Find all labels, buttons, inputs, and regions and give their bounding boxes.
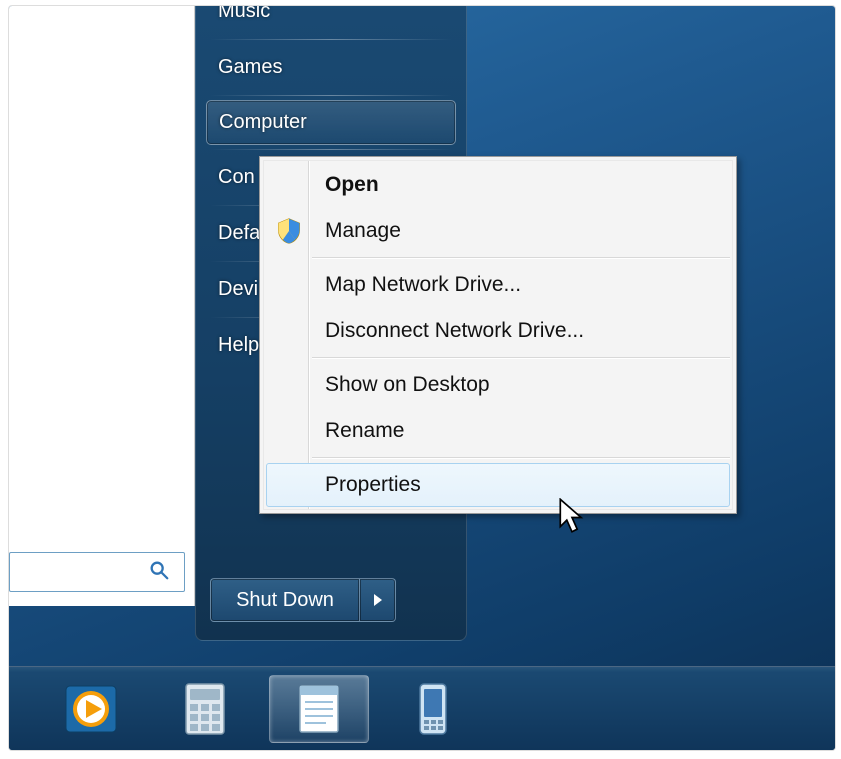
divider [210,39,452,40]
context-item-label: Map Network Drive... [325,273,521,297]
context-item-open[interactable]: Open [266,163,730,207]
arrow-right-icon [374,594,382,606]
taskbar-item-notepad[interactable] [269,675,369,743]
taskbar-item-calculator[interactable] [155,675,255,743]
context-item-map-network-drive[interactable]: Map Network Drive... [266,263,730,307]
notepad-icon [290,680,348,738]
start-menu-left-panel [9,5,195,606]
context-separator [312,257,730,259]
divider [210,149,452,150]
context-item-label: Rename [325,419,404,443]
taskbar-item-mobile-pc-settings[interactable] [383,675,483,743]
context-item-label: Properties [325,473,421,497]
media-player-icon [62,680,120,738]
start-item-computer[interactable]: Computer [206,100,456,145]
taskbar-item-media-player[interactable] [41,675,141,743]
context-item-label: Manage [325,219,401,243]
shut-down-options-button[interactable] [360,578,396,622]
mobile-device-icon [404,680,462,738]
divider [210,95,452,96]
context-separator [312,357,730,359]
context-item-manage[interactable]: Manage [266,209,730,253]
context-item-label: Disconnect Network Drive... [325,319,584,343]
uac-shield-icon [275,217,303,245]
context-item-disconnect-network-drive[interactable]: Disconnect Network Drive... [266,309,730,353]
start-item-games[interactable]: Games [196,42,466,93]
start-menu-search-input[interactable] [9,552,185,592]
context-item-label: Open [325,173,379,197]
context-item-show-on-desktop[interactable]: Show on Desktop [266,363,730,407]
start-item-music[interactable]: Music [196,5,466,37]
shut-down-button[interactable]: Shut Down [210,578,360,622]
context-item-label: Show on Desktop [325,373,490,397]
computer-context-menu: Open Manage Map Network D [259,156,737,514]
context-separator [312,457,730,459]
context-item-rename[interactable]: Rename [266,409,730,453]
taskbar [9,666,835,750]
calculator-icon [176,680,234,738]
search-icon [148,559,170,586]
context-item-properties[interactable]: Properties [266,463,730,507]
